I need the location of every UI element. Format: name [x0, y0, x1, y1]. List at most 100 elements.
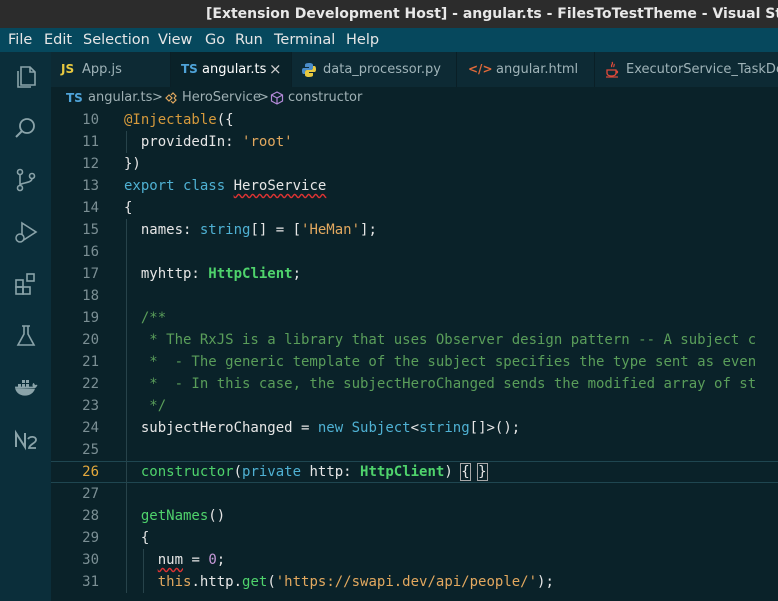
code-token: HttpClient	[360, 464, 445, 480]
line-number: 27	[82, 486, 99, 502]
run-debug-icon[interactable]	[13, 219, 39, 245]
typescript-icon: TS	[66, 91, 83, 105]
line-number: 17	[82, 266, 99, 282]
code-line[interactable]: 22 * - In this case, the subjectHeroChan…	[51, 373, 778, 395]
menu-terminal[interactable]: Terminal	[274, 28, 335, 52]
java-icon	[604, 52, 620, 87]
menu-edit[interactable]: Edit	[44, 28, 72, 52]
indent-guide	[126, 439, 127, 461]
code-token: * - The generic template of the subject …	[124, 354, 757, 370]
code-text: this.http.get('https://swapi.dev/api/peo…	[124, 571, 554, 593]
line-number: 12	[82, 156, 99, 172]
code-token: 'https://swapi.dev/api/people/'	[275, 574, 538, 590]
line-number: 21	[82, 354, 99, 370]
source-control-icon[interactable]	[13, 167, 39, 193]
code-token: */	[124, 398, 167, 414]
line-number: 30	[82, 552, 99, 568]
code-line[interactable]: 16	[51, 241, 778, 263]
breadcrumb-class[interactable]: HeroService	[182, 87, 261, 109]
code-token: /**	[124, 310, 167, 326]
breadcrumb-file[interactable]: angular.ts	[88, 87, 152, 109]
code-text: * - The generic template of the subject …	[124, 351, 756, 373]
line-number: 14	[82, 200, 99, 216]
html-icon: </>	[468, 62, 493, 76]
nx-console-icon[interactable]	[13, 427, 39, 453]
window-title: [Extension Development Host] - angular.t…	[206, 6, 778, 22]
code-line[interactable]: 25	[51, 439, 778, 461]
code-line[interactable]: 26 constructor(private http: HttpClient)…	[51, 461, 778, 483]
menu-go[interactable]: Go	[205, 28, 225, 52]
code-line[interactable]: 10 @Injectable({	[51, 109, 778, 131]
code-line[interactable]: 12})	[51, 153, 778, 175]
line-number: 24	[82, 420, 99, 436]
close-icon[interactable]: ×	[269, 52, 282, 87]
code-line[interactable]: 31 this.http.get('https://swapi.dev/api/…	[51, 571, 778, 593]
explorer-icon[interactable]	[13, 64, 39, 90]
code-token: * The RxJS is a library that uses Observ…	[124, 332, 757, 348]
code-line[interactable]: 28 getNames()	[51, 505, 778, 527]
line-number: 29	[82, 530, 99, 546]
testing-icon[interactable]	[13, 323, 39, 349]
menu-help[interactable]: Help	[346, 28, 379, 52]
tab-angular-html[interactable]: </> angular.html	[457, 52, 595, 87]
code-line[interactable]: 30 num = 0;	[51, 549, 778, 571]
code-line[interactable]: 21 * - The generic template of the subje…	[51, 351, 778, 373]
search-icon[interactable]	[13, 115, 39, 141]
line-number: 26	[82, 464, 99, 480]
code-token: 'HeMan'	[301, 222, 361, 238]
class-icon	[164, 87, 178, 109]
code-line[interactable]: 13 export class HeroService	[51, 175, 778, 197]
line-number: 13	[82, 178, 99, 194]
code-token: @Injectable	[124, 112, 217, 128]
code-token: get	[242, 574, 268, 590]
code-line[interactable]: 27	[51, 483, 778, 505]
code-line[interactable]: 20 * The RxJS is a library that uses Obs…	[51, 329, 778, 351]
line-number: 10	[82, 112, 99, 128]
breadcrumb-member[interactable]: constructor	[288, 87, 362, 109]
typescript-icon: TS	[181, 62, 198, 76]
menu-selection[interactable]: Selection	[83, 28, 150, 52]
menu-run[interactable]: Run	[235, 28, 263, 52]
menu-bar: File Edit Selection View Go Run Terminal…	[0, 28, 778, 52]
activity-bar	[0, 52, 51, 601]
editor-tabs: JS App.js TS angular.ts × data_processor…	[51, 52, 778, 87]
code-line[interactable]: 23 */	[51, 395, 778, 417]
code-line[interactable]: 18	[51, 285, 778, 307]
extensions-icon[interactable]	[13, 271, 39, 297]
code-line[interactable]: 24 subjectHeroChanged = new Subject<stri…	[51, 417, 778, 439]
code-text: */	[124, 395, 166, 417]
code-text: names: string[] = ['HeMan'];	[124, 219, 377, 241]
code-line[interactable]: 14 {	[51, 197, 778, 219]
line-number: 20	[82, 332, 99, 348]
menu-view[interactable]: View	[158, 28, 192, 52]
tab-data-processor-py[interactable]: data_processor.py	[292, 52, 457, 87]
python-icon	[301, 52, 317, 87]
tab-label: data_processor.py	[323, 62, 441, 77]
tab-angular-ts[interactable]: TS angular.ts ×	[171, 52, 292, 87]
tab-executorservice[interactable]: ExecutorService_TaskDep	[595, 52, 778, 87]
code-text: num = 0;	[124, 549, 225, 571]
line-number: 11	[82, 134, 99, 150]
tab-label: angular.html	[496, 62, 579, 77]
javascript-icon: JS	[61, 62, 75, 76]
line-number: 19	[82, 310, 99, 326]
menu-file[interactable]: File	[8, 28, 32, 52]
line-number: 31	[82, 574, 99, 590]
code-line[interactable]: 11 providedIn: 'root'	[51, 131, 778, 153]
tab-app-js[interactable]: JS App.js	[51, 52, 171, 87]
docker-icon[interactable]	[13, 375, 39, 401]
code-line[interactable]: 17 myhttp: HttpClient;	[51, 263, 778, 285]
code-editor[interactable]: 10 @Injectable({11 providedIn: 'root' 12})…	[51, 109, 778, 601]
code-line[interactable]: 19 /**	[51, 307, 778, 329]
code-text: * The RxJS is a library that uses Observ…	[124, 329, 756, 351]
code-line[interactable]: 15 names: string[] = ['HeMan'];	[51, 219, 778, 241]
code-line[interactable]: 29 {	[51, 527, 778, 549]
code-token: {	[460, 463, 471, 481]
code-token: * - In this case, the subjectHeroChanged…	[124, 376, 757, 392]
method-icon	[270, 87, 284, 109]
code-text: providedIn: 'root'	[124, 131, 293, 153]
code-token: Subject	[351, 420, 411, 436]
